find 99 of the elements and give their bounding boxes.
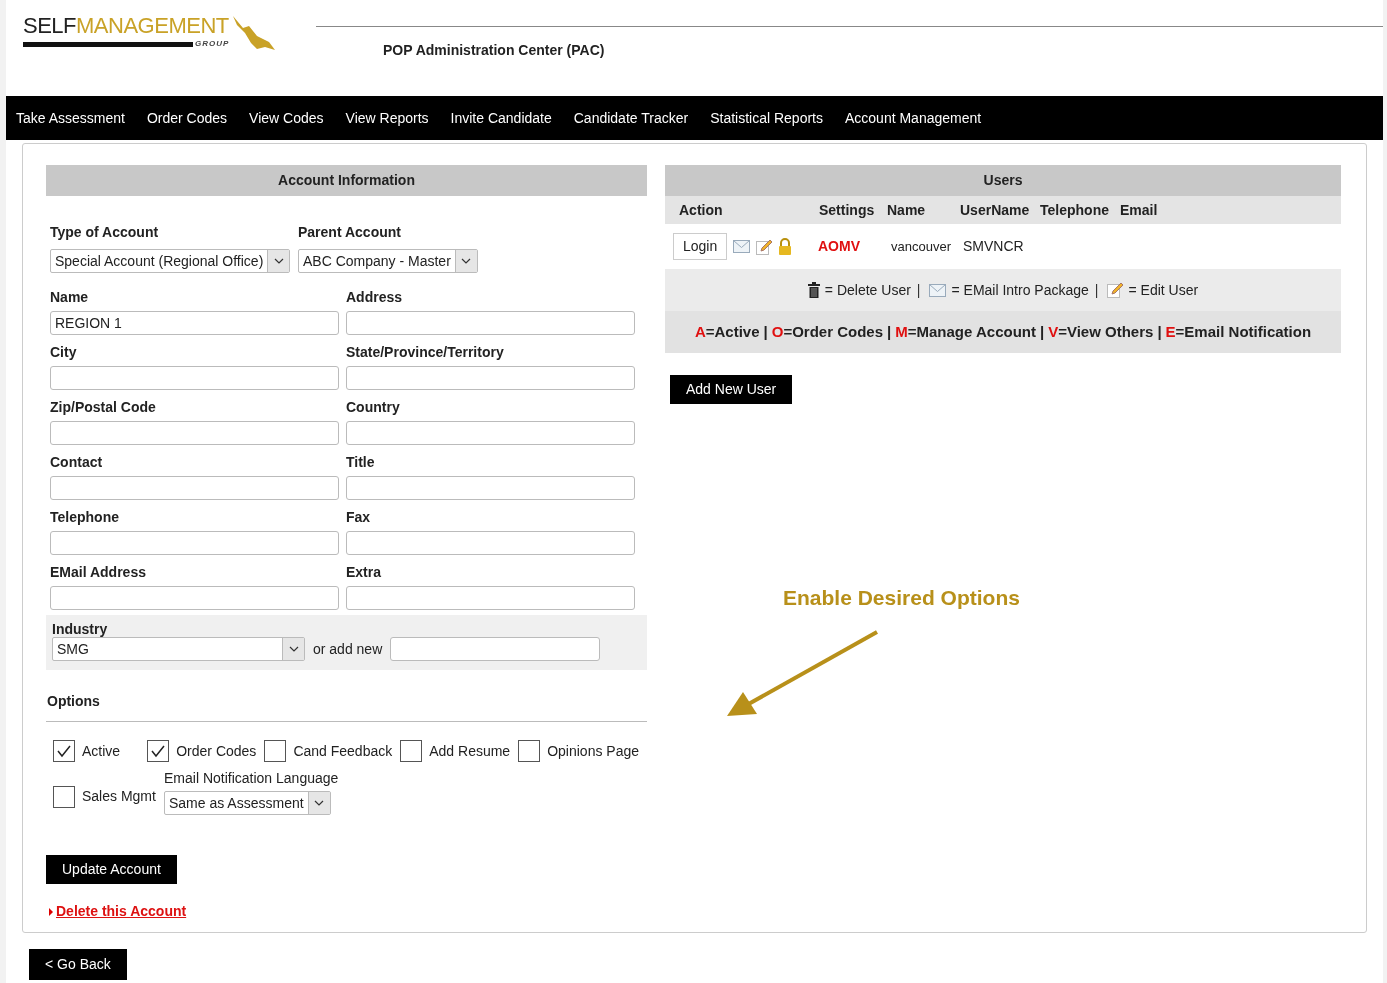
dropdown[interactable]: ABC Company - Master (298, 249, 478, 273)
login-button[interactable]: Login (673, 233, 728, 260)
checkbox[interactable] (264, 740, 287, 762)
legend-text: O=Order Codes (771, 321, 884, 342)
field-label: Industry (52, 621, 109, 637)
legend-text: A=Active (694, 321, 760, 342)
padlock-icon (778, 238, 793, 255)
field-label: Country (346, 399, 401, 415)
text-field[interactable] (346, 311, 635, 335)
field-label: Address (346, 289, 404, 305)
nav-link[interactable]: Order Codes (146, 107, 228, 129)
field-label: City (50, 344, 78, 360)
envelope-icon (929, 283, 947, 297)
text-field[interactable] (346, 476, 635, 500)
column-header: Action (679, 200, 724, 220)
add-new-user-button[interactable]: Add New User (670, 375, 793, 404)
separator: | (887, 321, 892, 342)
text-field[interactable] (346, 366, 635, 390)
field-label: Title (346, 454, 376, 470)
table-cell-text: vancouver (890, 237, 952, 256)
legend-text: V=View Others (1048, 321, 1154, 342)
nav-link[interactable]: Invite Candidate (450, 107, 552, 129)
field-label: Extra (346, 564, 383, 580)
triangle-icon (49, 907, 53, 916)
legend-text: = Delete User (824, 280, 911, 300)
checkbox[interactable] (400, 740, 423, 762)
text-field[interactable] (390, 637, 601, 661)
text-field[interactable]: REGION 1 (50, 311, 339, 335)
field-label: State/Province/Territory (346, 344, 505, 360)
separator: | (763, 321, 768, 342)
table-cell-text: AOMV (817, 237, 861, 256)
checkbox-label: Add Resume (429, 741, 511, 761)
checkbox[interactable] (53, 785, 75, 808)
field-label: Fax (346, 509, 372, 525)
nav-link[interactable]: Account Management (845, 107, 982, 129)
dropdown[interactable]: Special Account (Regional Office) (50, 249, 291, 273)
text-field[interactable] (50, 366, 339, 390)
column-header: Telephone (1040, 200, 1110, 220)
pencil-paper-icon (756, 238, 773, 255)
checkbox[interactable] (518, 740, 541, 762)
caret-icon (461, 258, 472, 264)
text-field[interactable] (346, 421, 635, 445)
checkbox-label: Sales Mgmt (82, 787, 156, 806)
nav-link[interactable]: View Reports (345, 107, 429, 129)
nav-link[interactable]: View Codes (249, 107, 324, 129)
field-label: or add new (313, 639, 383, 659)
text-field[interactable] (50, 586, 339, 610)
text-field[interactable] (50, 476, 339, 500)
table-cell-text: SMVNCR (962, 237, 1025, 256)
legend-text: E=Email Notification (1165, 321, 1312, 342)
nav-link[interactable]: Candidate Tracker (573, 107, 689, 129)
text-field[interactable] (50, 531, 339, 555)
text-field[interactable] (346, 586, 635, 610)
column-header: Name (887, 200, 927, 220)
checkbox-label: Active (82, 741, 121, 761)
checkbox[interactable] (147, 740, 170, 762)
checkbox-label: Cand Feedback (293, 741, 393, 761)
column-header: UserName (960, 200, 1031, 220)
column-header: Email (1120, 200, 1159, 220)
separator: | (1094, 280, 1099, 300)
section-header: Users (665, 165, 1341, 196)
annotation-text: Enable Desired Options (783, 585, 1021, 611)
text-field[interactable] (50, 421, 339, 445)
go-back-button[interactable]: < Go Back (29, 949, 127, 980)
separator: | (1040, 321, 1045, 342)
nav-link[interactable]: Statistical Reports (710, 107, 823, 129)
envelope-icon (733, 240, 751, 253)
caret-icon (314, 800, 325, 806)
field-label: EMail Address (50, 564, 147, 580)
checkbox[interactable] (53, 740, 75, 762)
dropdown[interactable]: SMG (52, 637, 305, 661)
field-label: Zip/Postal Code (50, 399, 157, 415)
caret-icon (288, 646, 299, 652)
legend-text: M=Manage Account (895, 321, 1036, 342)
column-header: Settings (819, 200, 876, 220)
section-title: Options (46, 692, 101, 711)
update-account-button[interactable]: Update Account (46, 855, 177, 884)
checkbox-label: Order Codes (176, 741, 257, 761)
legend-text: = EMail Intro Package (951, 280, 1089, 300)
delete-account-link[interactable]: Delete this Account (56, 901, 187, 922)
field-label: Parent Account (298, 223, 402, 242)
field-label: Type of Account (50, 223, 160, 242)
nav-link[interactable]: Take Assessment (16, 107, 125, 129)
logo: SELFMANAGEMENT GROUP (23, 14, 316, 54)
text-field[interactable] (346, 531, 635, 555)
pencil-paper-icon (1107, 282, 1124, 298)
page-title: POP Administration Center (PAC) (383, 41, 606, 60)
trash-icon (807, 282, 820, 298)
field-label: Name (50, 289, 90, 305)
dropdown[interactable]: Same as Assessment (164, 791, 331, 815)
separator: | (916, 280, 921, 300)
separator: | (1157, 321, 1162, 342)
field-label: Email Notification Language (164, 769, 339, 788)
legend-text: = Edit User (1128, 280, 1199, 300)
field-label: Contact (50, 454, 104, 470)
section-header: Account Information (46, 165, 647, 196)
caret-icon (273, 258, 284, 264)
field-label: Telephone (50, 509, 120, 525)
checkbox-label: Opinions Page (547, 741, 639, 761)
